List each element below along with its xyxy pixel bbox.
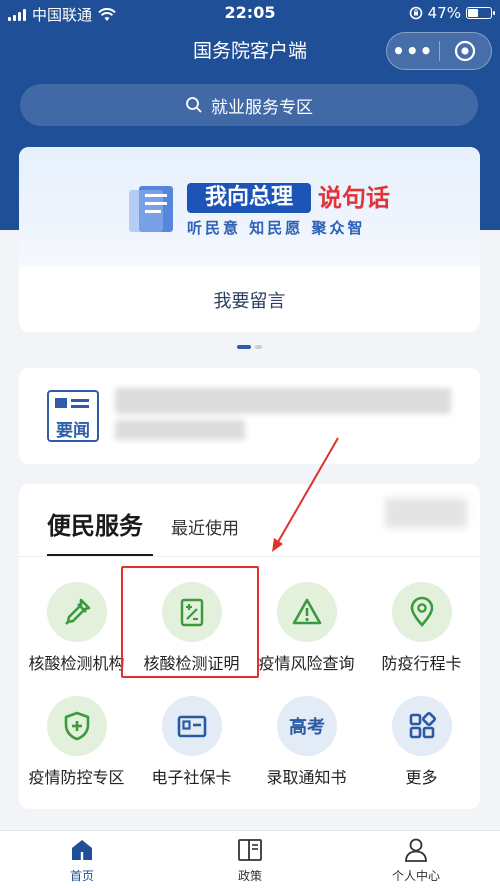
service-label: 疫情防控专区: [28, 768, 125, 787]
tab-recently-used[interactable]: 最近使用: [171, 514, 239, 539]
tab-convenience-services[interactable]: 便民服务: [47, 506, 143, 541]
mini-program-capsule: •••: [386, 32, 492, 70]
gaokao-glyph: 高考: [289, 717, 325, 738]
service-label: 疫情风险查询: [258, 654, 355, 673]
tab-label: 政策: [237, 869, 262, 883]
tab-label: 首页: [69, 869, 94, 883]
battery-icon: [466, 7, 495, 19]
blurred-headline: [115, 388, 451, 414]
blurred-element: [385, 498, 467, 528]
home-icon: [72, 840, 92, 860]
warning-icon: [277, 582, 337, 642]
service-label: 录取通知书: [266, 768, 347, 787]
tab-policy[interactable]: 政策: [210, 835, 290, 884]
search-bar[interactable]: 就业服务专区: [20, 84, 478, 126]
news-icon: 要闻: [47, 390, 99, 442]
news-card[interactable]: 要闻: [19, 368, 480, 464]
highlight-box: [121, 566, 259, 678]
service-risk-query[interactable]: 疫情风险查询: [249, 582, 364, 692]
service-travel-card[interactable]: 防疫行程卡: [364, 582, 479, 692]
banner-image: 我向总理 说句话 听民意 知民愿 聚众智: [19, 147, 480, 267]
tab-label: 个人中心: [391, 869, 440, 883]
service-label: 电子社保卡: [151, 768, 232, 787]
status-bar: 中国联通 22:05 47%: [0, 0, 500, 26]
service-admission-notice[interactable]: 高考 录取通知书: [249, 696, 364, 806]
banner-headline-2: 说句话: [318, 184, 390, 212]
document-icon: [129, 186, 173, 232]
more-menu-button[interactable]: •••: [387, 39, 439, 63]
service-more[interactable]: 更多: [364, 696, 479, 806]
grid-more-icon: [392, 696, 452, 756]
service-nucleic-test-sites[interactable]: 核酸检测机构: [19, 582, 134, 692]
tab-profile[interactable]: 个人中心: [376, 835, 456, 884]
gaokao-icon: 高考: [277, 696, 337, 756]
banner-card[interactable]: 我向总理 说句话 听民意 知民愿 聚众智 我要留言: [19, 147, 480, 332]
close-button[interactable]: [439, 40, 491, 62]
service-epidemic-zone[interactable]: 疫情防控专区: [19, 696, 134, 806]
dropper-icon: [47, 582, 107, 642]
carousel-indicator: [237, 345, 262, 349]
user-icon: [405, 838, 427, 862]
book-icon: [238, 839, 262, 861]
banner-subline: 听民意 知民愿 聚众智: [187, 219, 366, 237]
divider: [19, 556, 480, 557]
service-label: 防疫行程卡: [381, 654, 462, 673]
id-card-icon: [162, 696, 222, 756]
location-pin-icon: [392, 582, 452, 642]
shield-plus-icon: [47, 696, 107, 756]
target-icon: [455, 40, 476, 62]
battery-percent: 47%: [427, 4, 461, 22]
news-icon-label: 要闻: [56, 421, 90, 441]
tab-home[interactable]: 首页: [42, 835, 122, 884]
blurred-subtext: [115, 420, 245, 440]
search-placeholder: 就业服务专区: [211, 97, 313, 118]
rotation-lock-icon: [409, 6, 422, 20]
leave-message-link[interactable]: 我要留言: [19, 287, 480, 313]
search-icon: [186, 97, 202, 113]
bottom-tab-bar: 首页 政策 个人中心: [0, 830, 500, 888]
service-label: 更多: [405, 768, 438, 787]
banner-headline-1: 我向总理: [187, 183, 311, 213]
service-social-security-card[interactable]: 电子社保卡: [134, 696, 249, 806]
